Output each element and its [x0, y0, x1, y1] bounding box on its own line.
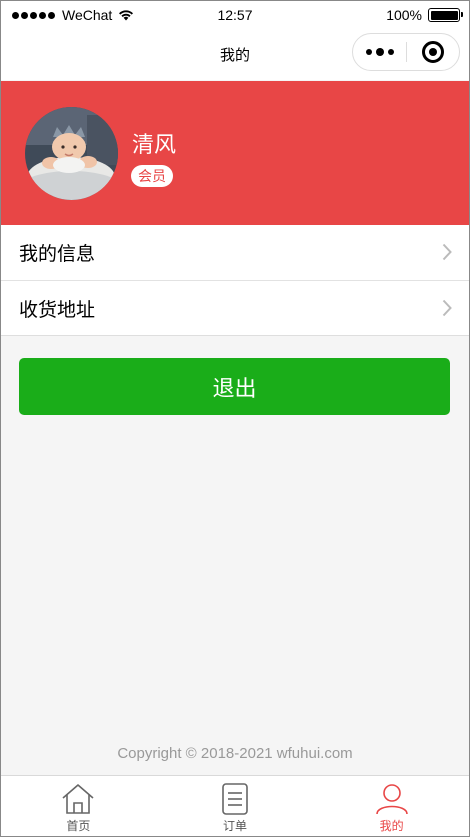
user-name: 清风 — [132, 132, 177, 157]
more-dot-icon — [375, 48, 384, 56]
avatar-photo — [25, 107, 118, 200]
profile-header: 清风 会员 — [0, 81, 470, 225]
user-icon — [375, 784, 408, 815]
menu-list: 我的信息 收货地址 — [0, 225, 470, 336]
tab-bar: 首页 订单 我的 — [0, 775, 470, 837]
status-bar: WeChat 12:57 100% — [0, 0, 470, 30]
more-menu-button[interactable] — [353, 34, 406, 70]
member-badge: 会员 — [131, 165, 173, 187]
menu-divider — [0, 335, 470, 336]
avatar[interactable] — [25, 107, 118, 200]
status-right: 100% — [386, 7, 463, 23]
home-icon — [62, 784, 94, 814]
menu-item-shipping-address[interactable]: 收货地址 — [0, 280, 470, 335]
target-icon — [421, 41, 444, 63]
battery-percent: 100% — [386, 7, 422, 23]
more-dot-icon — [387, 49, 394, 55]
document-icon — [222, 783, 248, 815]
more-dot-icon — [365, 49, 372, 55]
battery-icon — [428, 8, 463, 22]
nav-bar: 我的 — [0, 30, 470, 80]
close-mini-program-button[interactable] — [407, 34, 459, 70]
tab-home[interactable]: 首页 — [0, 776, 157, 837]
menu-item-label: 我的信息 — [19, 244, 96, 265]
logout-button[interactable]: 退出 — [19, 358, 450, 415]
tab-label: 订单 — [223, 819, 248, 833]
tab-orders[interactable]: 订单 — [157, 776, 314, 837]
tab-label: 我的 — [379, 819, 404, 833]
chevron-right-icon — [442, 299, 452, 317]
tab-mine[interactable]: 我的 — [313, 776, 470, 837]
menu-item-label: 收货地址 — [19, 299, 96, 321]
mini-program-capsule — [352, 33, 460, 71]
chevron-right-icon — [442, 243, 452, 261]
tab-label: 首页 — [66, 819, 91, 833]
copyright-text: Copyright © 2018-2021 wfuhui.com — [117, 745, 353, 762]
menu-item-my-info[interactable]: 我的信息 — [0, 225, 470, 280]
